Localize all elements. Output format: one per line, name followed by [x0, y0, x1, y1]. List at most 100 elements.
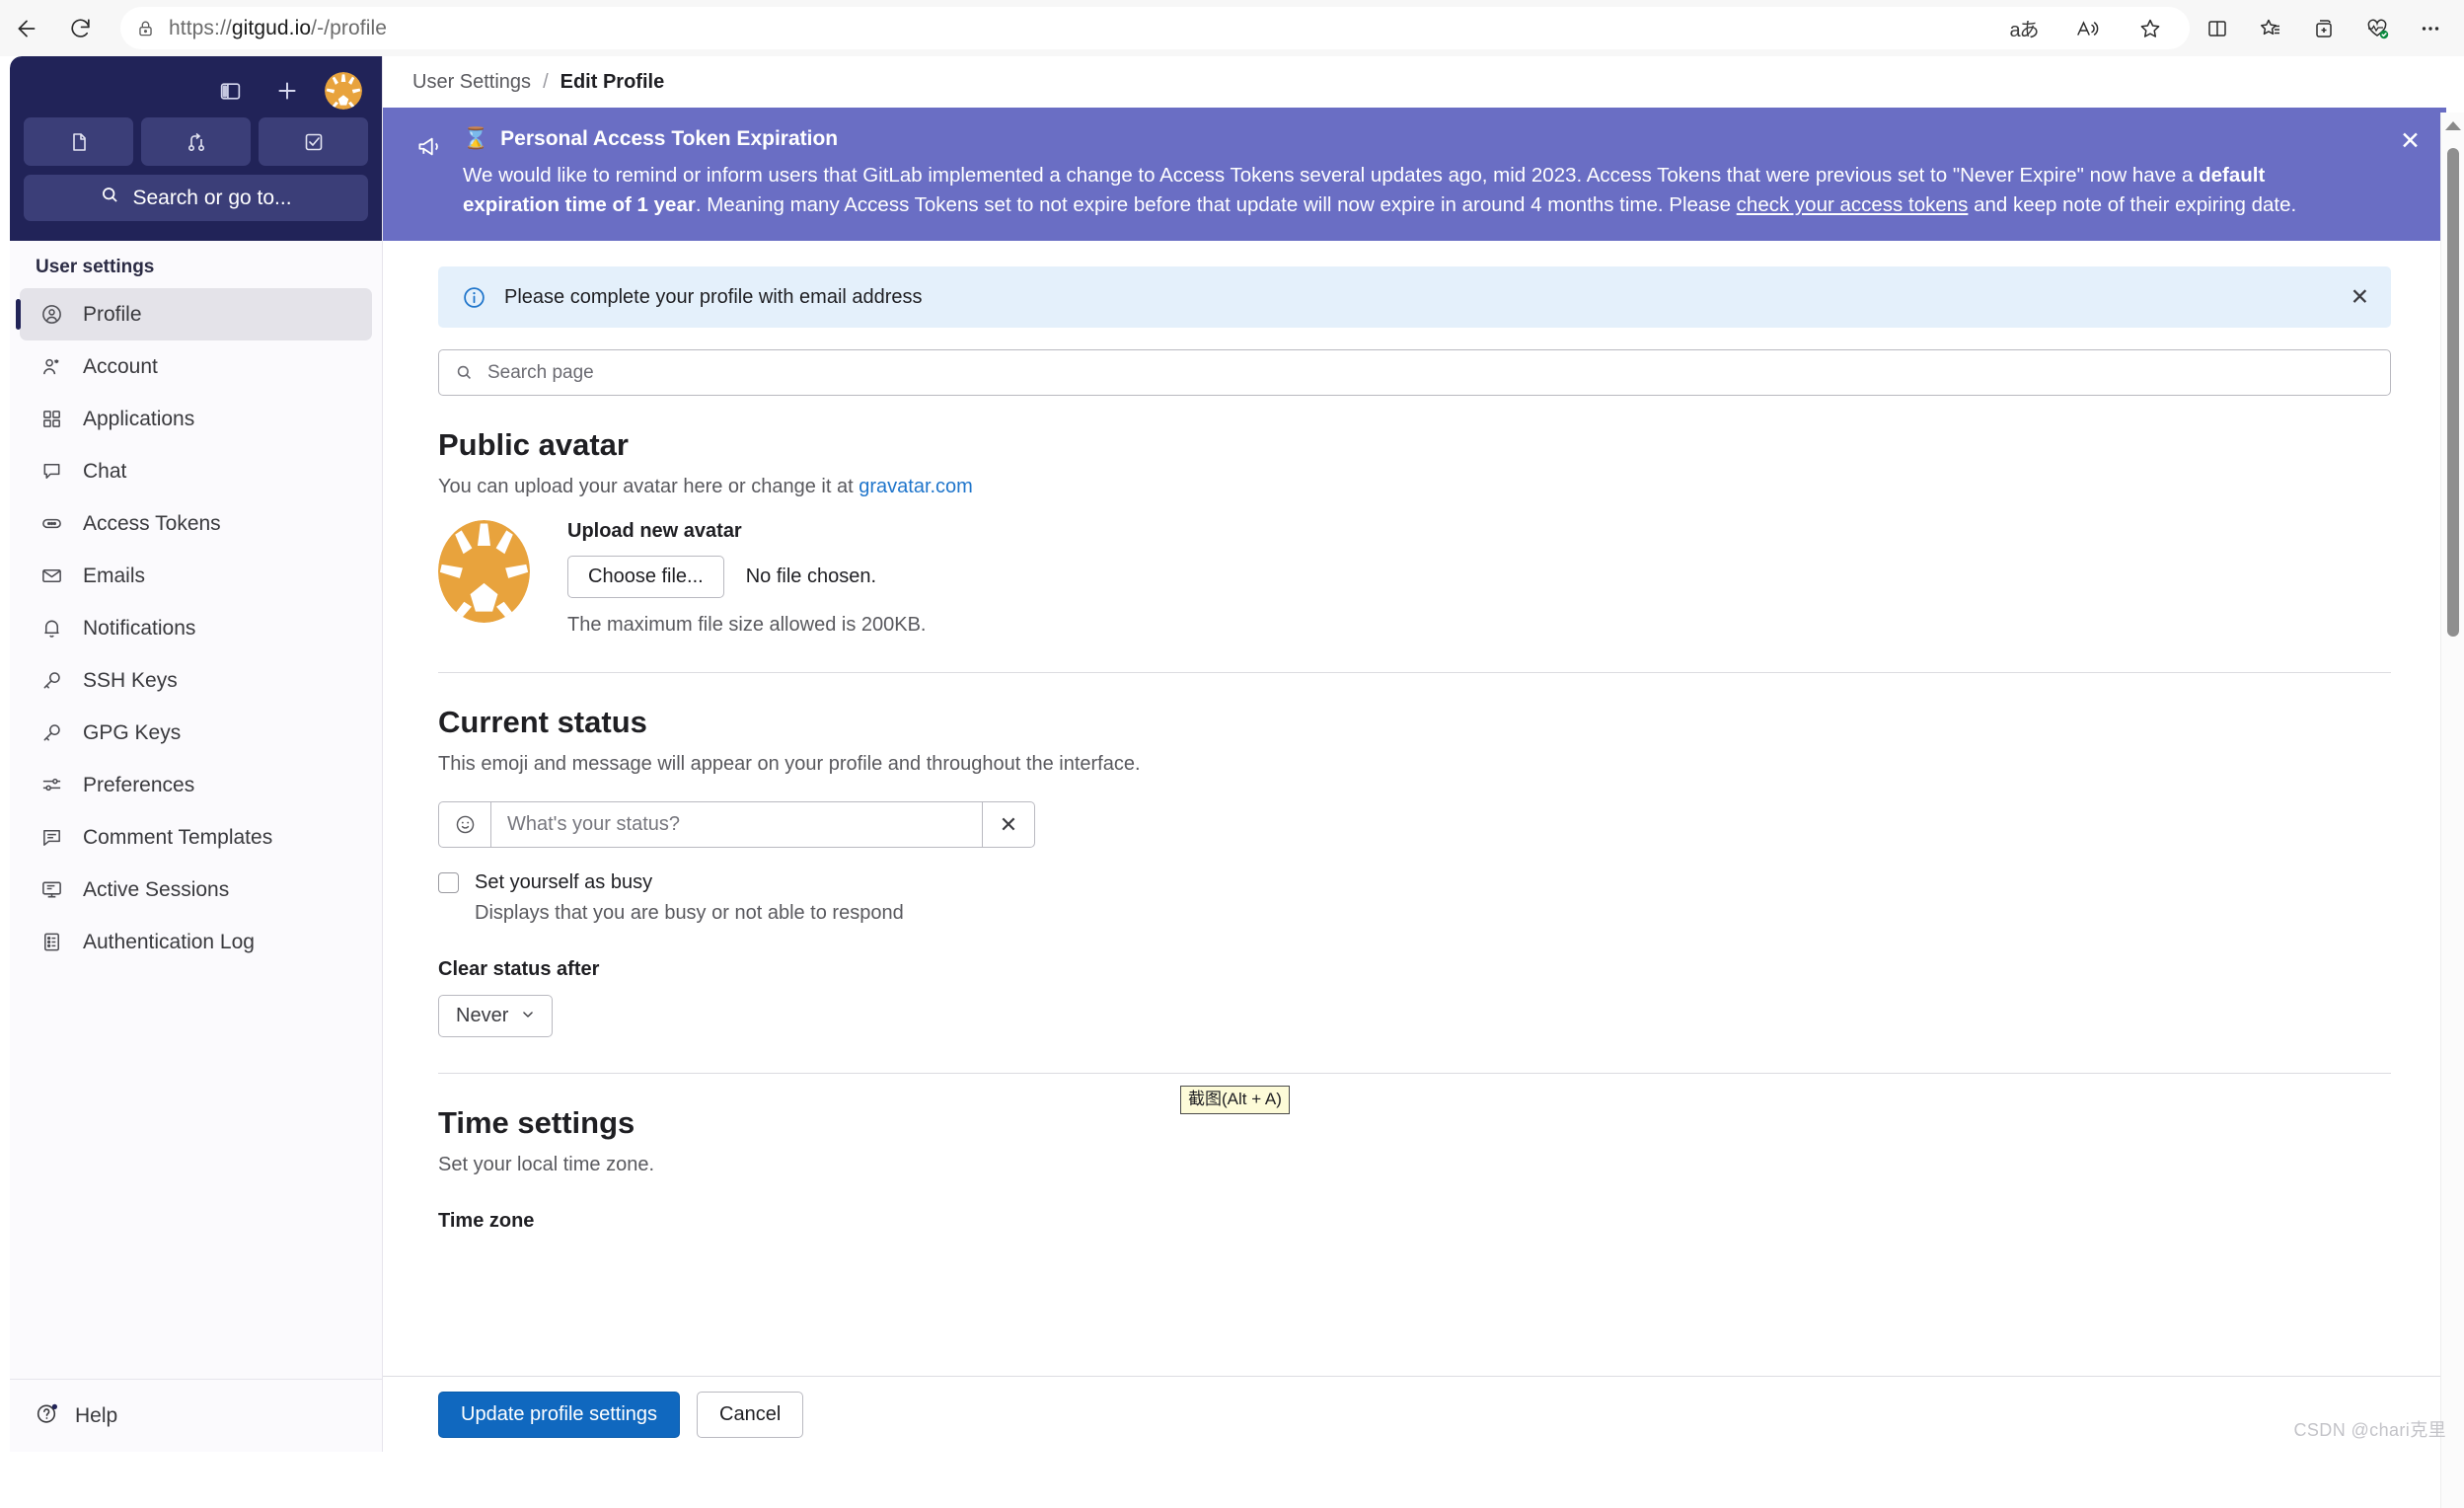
page-scrollbar[interactable]: [2440, 113, 2464, 1508]
translate-icon[interactable]: aあ: [2002, 7, 2046, 50]
sidebar-item-label: Access Tokens: [83, 511, 221, 535]
address-bar[interactable]: https://gitgud.io/-/profile aあ: [120, 7, 2190, 49]
sidebar-item-active-sessions[interactable]: Active Sessions: [20, 864, 372, 916]
set-busy-checkbox[interactable]: [438, 872, 459, 894]
gravatar-link[interactable]: gravatar.com: [859, 476, 973, 497]
chat-bubble-icon: [37, 460, 65, 483]
sidebar-item-label: Profile: [83, 302, 142, 326]
split-screen-icon[interactable]: [2196, 7, 2239, 50]
sidebar-item-label: GPG Keys: [83, 720, 182, 744]
sidebar-item-authentication-log[interactable]: Authentication Log: [20, 916, 372, 968]
sidebar-item-account[interactable]: Account: [20, 340, 372, 393]
sidebar-header: Search or go to...: [10, 56, 382, 241]
scroll-up-arrow-icon[interactable]: [2444, 121, 2461, 130]
read-aloud-icon[interactable]: [2065, 7, 2109, 50]
status-input-group: What's your status? ✕: [438, 801, 1035, 849]
banner-text-1: We would like to remind or inform users …: [463, 164, 2200, 187]
sidebar-item-help[interactable]: Help: [10, 1379, 382, 1452]
plus-icon[interactable]: [267, 71, 307, 111]
settings-more-icon[interactable]: [2409, 7, 2452, 50]
sidebar-item-label: SSH Keys: [83, 668, 178, 692]
form-actions: Update profile settings Cancel: [383, 1376, 2446, 1452]
back-arrow-icon[interactable]: [0, 2, 53, 55]
collections-icon[interactable]: [2249, 7, 2292, 50]
sidebar-item-chat[interactable]: Chat: [20, 445, 372, 497]
clear-status-after-select[interactable]: Never: [438, 995, 554, 1038]
upload-new-avatar-label: Upload new avatar: [567, 520, 742, 543]
banner-text: We would like to remind or inform users …: [463, 161, 2357, 219]
key-icon: [37, 721, 65, 744]
sidebar-item-applications[interactable]: Applications: [20, 393, 372, 445]
public-avatar-heading: Public avatar: [438, 427, 629, 463]
avatar-desc-text: You can upload your avatar here or chang…: [438, 476, 859, 498]
avatar-upload-row: Upload new avatar Choose file... No file…: [438, 520, 2391, 637]
time-settings-heading: Time settings: [438, 1105, 635, 1141]
no-file-chosen-label: No file chosen.: [745, 566, 877, 588]
breadcrumb: User Settings / Edit Profile: [383, 56, 2446, 108]
cancel-button[interactable]: Cancel: [697, 1391, 804, 1438]
search-input[interactable]: Search or go to...: [24, 175, 368, 221]
update-profile-settings-button[interactable]: Update profile settings: [438, 1391, 681, 1438]
sidebar-item-label: Account: [83, 354, 158, 378]
section-divider: [438, 672, 2391, 674]
avatar-upload-controls: Upload new avatar Choose file... No file…: [567, 520, 926, 637]
reload-icon[interactable]: [53, 2, 107, 55]
file-chooser-row: Choose file... No file chosen.: [567, 556, 926, 599]
sidebar-nav: Profile Account Applications Chat Access…: [10, 288, 382, 968]
todos-button[interactable]: [259, 117, 368, 166]
sidebar-toggle-icon[interactable]: [210, 71, 250, 111]
sidebar-item-profile[interactable]: Profile: [16, 288, 372, 340]
smiley-icon[interactable]: [438, 801, 490, 849]
envelope-icon: [37, 565, 65, 587]
screenshot-tooltip: 截图(Alt + A): [1180, 1086, 1290, 1114]
token-icon: [37, 512, 65, 535]
status-input[interactable]: What's your status?: [490, 801, 983, 849]
search-icon: [100, 185, 120, 211]
browser-essentials-icon[interactable]: [2302, 7, 2346, 50]
performance-heart-icon[interactable]: [2355, 7, 2399, 50]
sidebar-item-emails[interactable]: Emails: [20, 550, 372, 602]
sidebar-item-label: Active Sessions: [83, 877, 230, 901]
avatar[interactable]: [325, 72, 362, 110]
merge-requests-button[interactable]: [141, 117, 251, 166]
search-icon: [455, 363, 474, 382]
address-bar-url: https://gitgud.io/-/profile: [169, 16, 387, 39]
user-gear-icon: [37, 355, 65, 378]
sidebar-item-label: Authentication Log: [83, 930, 255, 953]
sidebar-item-label: Applications: [83, 407, 195, 430]
watermark: CSDN @chari克里: [2293, 1420, 2446, 1440]
applications-grid-icon: [37, 408, 65, 430]
sidebar-item-notifications[interactable]: Notifications: [20, 602, 372, 654]
search-page-input[interactable]: Search page: [438, 349, 2391, 397]
sidebar: Search or go to... User settings Profile…: [10, 56, 383, 1452]
breadcrumb-separator: /: [543, 70, 549, 93]
sidebar-item-gpg-keys[interactable]: GPG Keys: [20, 707, 372, 759]
check-access-tokens-link[interactable]: check your access tokens: [1737, 193, 1969, 216]
choose-file-button[interactable]: Choose file...: [567, 556, 724, 599]
current-avatar-image: [438, 520, 530, 624]
set-busy-label: Set yourself as busy: [475, 871, 653, 894]
sidebar-item-comment-templates[interactable]: Comment Templates: [20, 811, 372, 864]
favorite-star-icon[interactable]: [2128, 7, 2172, 50]
current-status-heading: Current status: [438, 705, 647, 740]
sidebar-item-access-tokens[interactable]: Access Tokens: [20, 497, 372, 550]
search-page-placeholder: Search page: [487, 361, 594, 383]
clear-status-after-label: Clear status after: [438, 958, 600, 981]
banner-close-icon[interactable]: ✕: [2400, 129, 2421, 154]
gitlab-page: Search or go to... User settings Profile…: [0, 56, 2464, 1508]
scrollbar-thumb[interactable]: [2447, 148, 2459, 637]
sidebar-item-label: Chat: [83, 459, 127, 483]
megaphone-icon: [416, 127, 443, 219]
alert-close-icon[interactable]: ✕: [2351, 285, 2369, 309]
sidebar-item-preferences[interactable]: Preferences: [20, 759, 372, 811]
monitor-icon: [37, 878, 65, 901]
sidebar-item-label: Comment Templates: [83, 825, 273, 849]
clear-status-icon[interactable]: ✕: [983, 801, 1035, 849]
set-busy-row[interactable]: Set yourself as busy: [438, 871, 2391, 894]
banner-text-3: and keep note of their expiring date.: [1968, 192, 2297, 216]
breadcrumb-parent[interactable]: User Settings: [412, 71, 531, 94]
sidebar-item-ssh-keys[interactable]: SSH Keys: [20, 654, 372, 707]
hourglass-emoji-icon: ⌛: [463, 127, 489, 150]
time-zone-label: Time zone: [438, 1210, 535, 1233]
issues-button[interactable]: [24, 117, 133, 166]
